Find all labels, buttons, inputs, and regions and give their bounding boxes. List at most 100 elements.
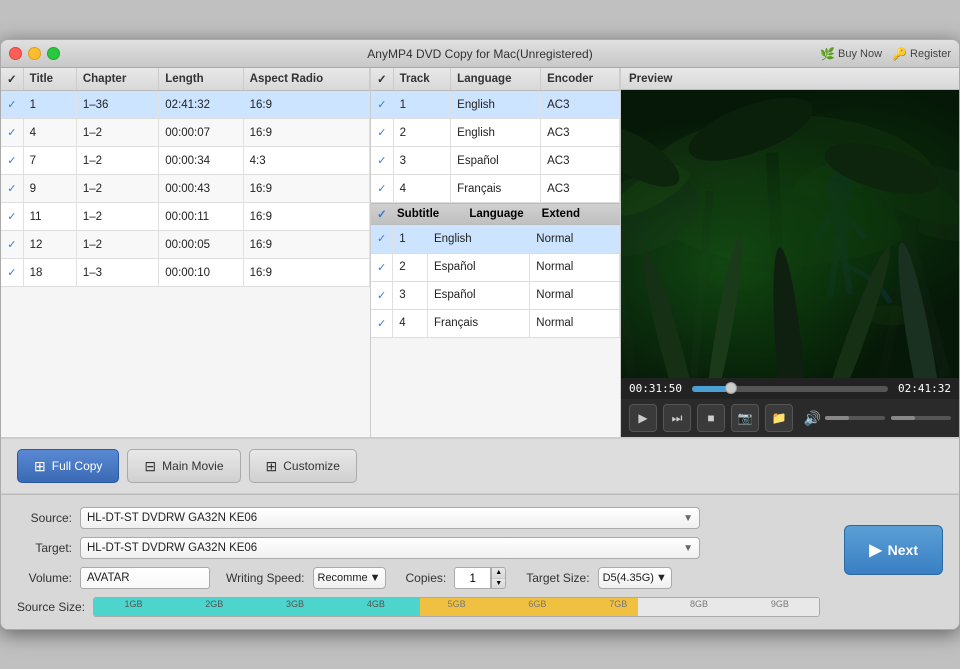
audio-language: Español — [451, 147, 541, 175]
row-title: 1 — [23, 91, 76, 119]
row-chapter: 1–2 — [76, 231, 158, 259]
main-movie-icon: ⊟ — [144, 458, 156, 475]
volume-slider: 🔊 — [804, 410, 951, 427]
audio-track: 2 — [393, 119, 451, 147]
volume-label: Volume: — [17, 571, 72, 585]
row-aspect: 16:9 — [243, 119, 369, 147]
volume-input[interactable]: AVATAR — [80, 567, 210, 589]
title-table-row: ✓ 1 1–36 02:41:32 16:9 — [1, 91, 370, 119]
maximize-button[interactable] — [47, 47, 60, 60]
progress-bar[interactable] — [692, 386, 888, 392]
main-movie-button[interactable]: ⊟ Main Movie — [127, 449, 240, 483]
buy-now-button[interactable]: 🌿 Buy Now — [820, 47, 882, 61]
audio-encoder: AC3 — [541, 119, 620, 147]
volume-icon: 🔊 — [804, 410, 821, 427]
row-check[interactable]: ✓ — [1, 259, 23, 287]
row-check[interactable]: ✓ — [1, 203, 23, 231]
audio-check[interactable]: ✓ — [371, 147, 393, 175]
mode-buttons-row: ⊞ Full Copy ⊟ Main Movie ⊞ Customize — [1, 438, 959, 494]
next-icon: ▶ — [869, 540, 881, 560]
subtitle-check[interactable]: ✓ — [371, 225, 393, 253]
row-length: 00:00:05 — [159, 231, 243, 259]
row-check[interactable]: ✓ — [1, 147, 23, 175]
key-icon: 🔑 — [892, 47, 907, 61]
playback-controls: ▶ ⏭ ■ 📷 📁 🔊 — [621, 399, 959, 437]
subtitle-track: 4 — [393, 309, 428, 337]
target-dropdown[interactable]: HL-DT-ST DVDRW GA32N KE06 ▼ — [80, 537, 700, 559]
row-aspect: 16:9 — [243, 175, 369, 203]
app-window: AnyMP4 DVD Copy for Mac(Unregistered) 🌿 … — [0, 39, 960, 630]
subtitle-check[interactable]: ✓ — [371, 281, 393, 309]
subtitle-table-row: ✓ 1 English Normal — [371, 225, 620, 253]
copies-spinner: 1 ▲ ▼ — [454, 567, 506, 589]
audio-language: Français — [451, 175, 541, 203]
source-dropdown[interactable]: HL-DT-ST DVDRW GA32N KE06 ▼ — [80, 507, 700, 529]
audio-check[interactable]: ✓ — [371, 175, 393, 203]
copies-up[interactable]: ▲ — [492, 568, 505, 579]
row-check[interactable]: ✓ — [1, 175, 23, 203]
title-table-container: ✓ Title Chapter Length Aspect Radio ✓ 1 … — [1, 68, 371, 437]
next-button[interactable]: ▶ Next — [844, 525, 943, 575]
source-row: Source: HL-DT-ST DVDRW GA32N KE06 ▼ — [17, 507, 820, 529]
size-bar-empty — [638, 598, 819, 616]
copies-value[interactable]: 1 — [455, 568, 491, 588]
row-check[interactable]: ✓ — [1, 91, 23, 119]
audio-col-track: Track — [393, 68, 451, 91]
customize-button[interactable]: ⊞ Customize — [249, 449, 357, 483]
subtitle-language: Español — [427, 281, 529, 309]
row-length: 02:41:32 — [159, 91, 243, 119]
full-copy-icon: ⊞ — [34, 458, 46, 475]
row-check[interactable]: ✓ — [1, 119, 23, 147]
top-section: ✓ Title Chapter Length Aspect Radio ✓ 1 … — [1, 68, 959, 438]
title-table-row: ✓ 7 1–2 00:00:34 4:3 — [1, 147, 370, 175]
subtitle-language: Español — [427, 253, 529, 281]
row-title: 12 — [23, 231, 76, 259]
mid-table-area: ✓ Track Language Encoder ✓ 1 English AC3… — [371, 68, 621, 437]
stop-button[interactable]: ■ — [697, 404, 725, 432]
customize-icon: ⊞ — [266, 458, 278, 475]
row-aspect: 4:3 — [243, 147, 369, 175]
title-col-check[interactable]: ✓ — [1, 68, 23, 91]
audio-track: 1 — [393, 91, 451, 119]
target-row: Target: HL-DT-ST DVDRW GA32N KE06 ▼ — [17, 537, 820, 559]
subtitle-language: English — [427, 225, 529, 253]
audio-check[interactable]: ✓ — [371, 91, 393, 119]
source-size-bar — [93, 597, 820, 617]
subtitle-table: ✓ 1 English Normal ✓ 2 Español Normal ✓ … — [371, 225, 620, 338]
subtitle-table-row: ✓ 2 Español Normal — [371, 253, 620, 281]
window-controls — [9, 47, 60, 60]
volume-track[interactable] — [825, 416, 885, 420]
writing-speed-dropdown[interactable]: Recomme ▼ — [313, 567, 386, 589]
subtitle-check[interactable]: ✓ — [371, 253, 393, 281]
window-title: AnyMP4 DVD Copy for Mac(Unregistered) — [367, 47, 592, 61]
subtitle-check[interactable]: ✓ — [371, 309, 393, 337]
row-aspect: 16:9 — [243, 91, 369, 119]
preview-video — [621, 90, 959, 378]
screenshot-button[interactable]: 📷 — [731, 404, 759, 432]
row-length: 00:00:11 — [159, 203, 243, 231]
time-current: 00:31:50 — [629, 382, 684, 395]
volume-extend[interactable] — [891, 416, 951, 420]
title-table-row: ✓ 11 1–2 00:00:11 16:9 — [1, 203, 370, 231]
skip-button[interactable]: ⏭ — [663, 404, 691, 432]
register-button[interactable]: 🔑 Register — [892, 47, 951, 61]
row-check[interactable]: ✓ — [1, 231, 23, 259]
copies-down[interactable]: ▼ — [492, 579, 505, 589]
target-size-label: Target Size: — [526, 571, 589, 585]
source-size-label: Source Size: — [17, 600, 85, 614]
close-button[interactable] — [9, 47, 22, 60]
row-length: 00:00:43 — [159, 175, 243, 203]
source-size-row: Source Size: 1GB 2GB 3GB 4GB 5GB — [17, 597, 820, 617]
audio-check[interactable]: ✓ — [371, 119, 393, 147]
full-copy-button[interactable]: ⊞ Full Copy — [17, 449, 119, 483]
minimize-button[interactable] — [28, 47, 41, 60]
target-size-dropdown[interactable]: D5(4.35G) ▼ — [598, 567, 672, 589]
title-table-row: ✓ 18 1–3 00:00:10 16:9 — [1, 259, 370, 287]
play-button[interactable]: ▶ — [629, 404, 657, 432]
folder-button[interactable]: 📁 — [765, 404, 793, 432]
subtitle-track: 2 — [393, 253, 428, 281]
subtitle-extend: Normal — [530, 281, 620, 309]
audio-col-check[interactable]: ✓ — [371, 68, 393, 91]
row-title: 4 — [23, 119, 76, 147]
row-chapter: 1–2 — [76, 147, 158, 175]
